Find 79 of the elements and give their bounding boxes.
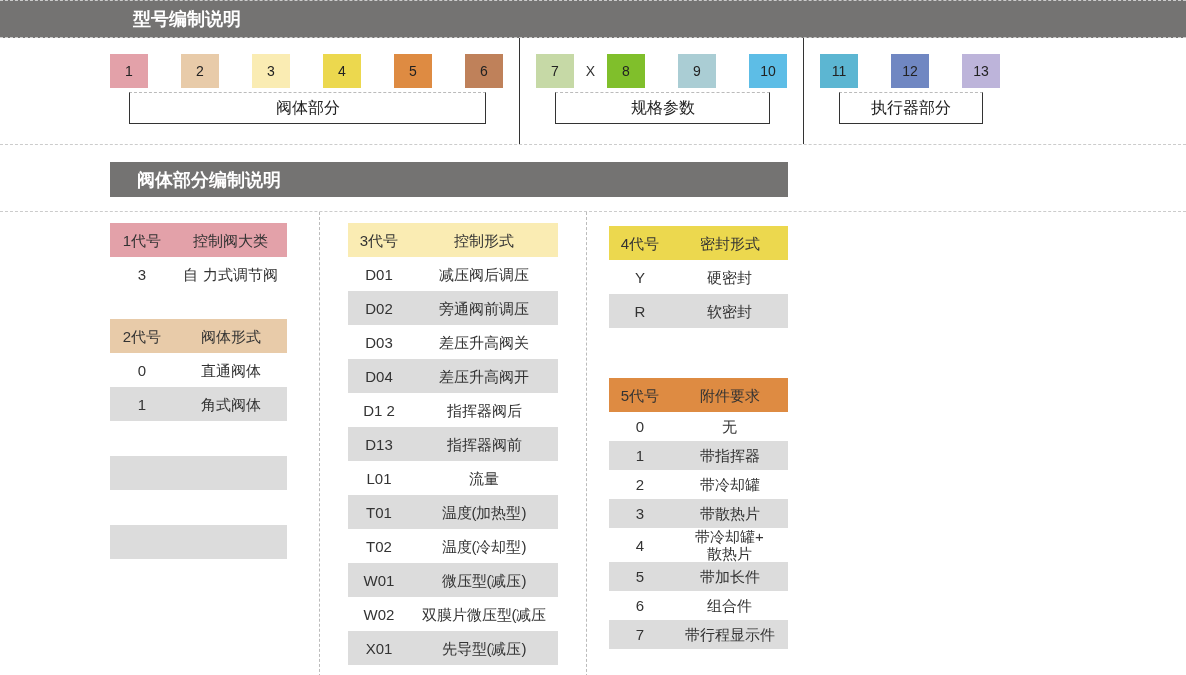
table-cell-text: 0 (634, 418, 646, 435)
separator-mark: X (584, 62, 597, 81)
code-swatch: 7 (536, 54, 574, 88)
header-cell-text: 密封形式 (698, 234, 761, 252)
table-cell-text: 1 (634, 447, 646, 464)
table-cell-text: 1 (136, 395, 148, 413)
code-swatch: 6 (465, 54, 503, 88)
banner-title: 型号编制说明 (133, 8, 241, 31)
table-cell-text: R (633, 302, 647, 320)
table-cell-text: W01 (362, 571, 396, 589)
table-cell-text: 5 (634, 568, 646, 585)
code-swatch: 11 (820, 54, 858, 88)
table-cell-text: 3 (634, 505, 646, 522)
table-cell-text: 带冷却罐 (698, 476, 761, 493)
table-cell-text: D02 (364, 299, 394, 317)
table-cell-text: 带加长件 (698, 568, 761, 585)
header-cell-text: 控制形式 (453, 231, 515, 249)
table-cell-text: 无 (721, 418, 738, 435)
table-cell-text: 带散热片 (698, 505, 761, 522)
table-cell-text: 3 (136, 265, 148, 283)
header-cell-text: 1代号 (121, 231, 163, 249)
code-swatch: 2 (181, 54, 219, 88)
code-swatch: 1 (110, 54, 148, 88)
table-cell-text: 带行程显示件 (683, 626, 776, 643)
table-cell-text: 4 (634, 536, 646, 554)
code-swatch: 10 (749, 54, 787, 88)
code-swatch: 12 (891, 54, 929, 88)
table-cell-text: 组合件 (706, 597, 753, 614)
table-cell-text: 直通阀体 (199, 361, 262, 379)
header-cell-text: 阀体形式 (199, 327, 262, 345)
table-cell-text: 微压型(减压) (440, 571, 528, 589)
code-swatch: 4 (323, 54, 361, 88)
code-swatch: 8 (607, 54, 645, 88)
table-cell-text: 温度(加热型) (440, 503, 528, 521)
code-swatch: 9 (678, 54, 716, 88)
table-cell-text: 带冷却罐+ 散热片 (694, 528, 765, 562)
code-swatch: 13 (962, 54, 1000, 88)
table-cell-text: 角式阀体 (199, 395, 262, 413)
table-cell-text: 减压阀后调压 (438, 265, 530, 283)
table-cell-text: 温度(冷却型) (440, 537, 528, 555)
table-cell-text: 差压升高阀开 (438, 367, 530, 385)
code-swatch: 3 (252, 54, 290, 88)
header-cell-text: 2代号 (121, 327, 163, 345)
table-cell-text: 差压升高阀关 (438, 333, 530, 351)
table-cell-text: Y (634, 268, 646, 286)
group-bracket: 执行器部分 (839, 92, 983, 124)
table-cell-text: D04 (364, 367, 394, 385)
table-cell-text: W02 (362, 605, 396, 623)
header-cell-text: 控制阀大类 (192, 231, 269, 249)
table-cell-text: 7 (634, 626, 646, 643)
table-cell-text: 自 力式调节阀 (182, 265, 279, 283)
table-cell-text: 先导型(减压) (440, 639, 528, 657)
table-cell-text: D01 (364, 265, 394, 283)
table-cell-text: D03 (364, 333, 394, 351)
table-cell-text: 旁通阀前调压 (438, 299, 530, 317)
header-cell-text: 附件要求 (698, 386, 761, 404)
table-cell-text: T01 (365, 503, 393, 521)
header-cell-text: 3代号 (358, 231, 400, 249)
table-cell-text: 指挥器阀后 (445, 401, 523, 419)
table-cell-text: L01 (365, 469, 393, 487)
table-cell-text: 带指挥器 (698, 447, 761, 464)
header-cell-text: 4代号 (619, 234, 661, 252)
table-cell-text: 6 (634, 597, 646, 614)
group-bracket: 阀体部分 (129, 92, 486, 124)
header-cell-text: 5代号 (619, 386, 661, 404)
table-cell-text: 软密封 (706, 302, 753, 320)
table-cell-text: T02 (365, 537, 393, 555)
table-cell-text: D13 (364, 435, 394, 453)
table-cell-text: 双膜片微压型(减压 (420, 605, 548, 623)
table-cell-text: D1 2 (362, 401, 396, 419)
group-bracket: 规格参数 (555, 92, 770, 124)
table-cell-text: 硬密封 (706, 268, 753, 286)
table-cell-text: 0 (136, 361, 148, 379)
table-cell-text: 流量 (468, 469, 500, 487)
code-swatch: 5 (394, 54, 432, 88)
table-cell-text: X01 (364, 639, 394, 657)
banner-title: 阀体部分编制说明 (137, 168, 281, 192)
table-cell-text: 指挥器阀前 (445, 435, 523, 453)
table-cell-text: 2 (634, 476, 646, 493)
